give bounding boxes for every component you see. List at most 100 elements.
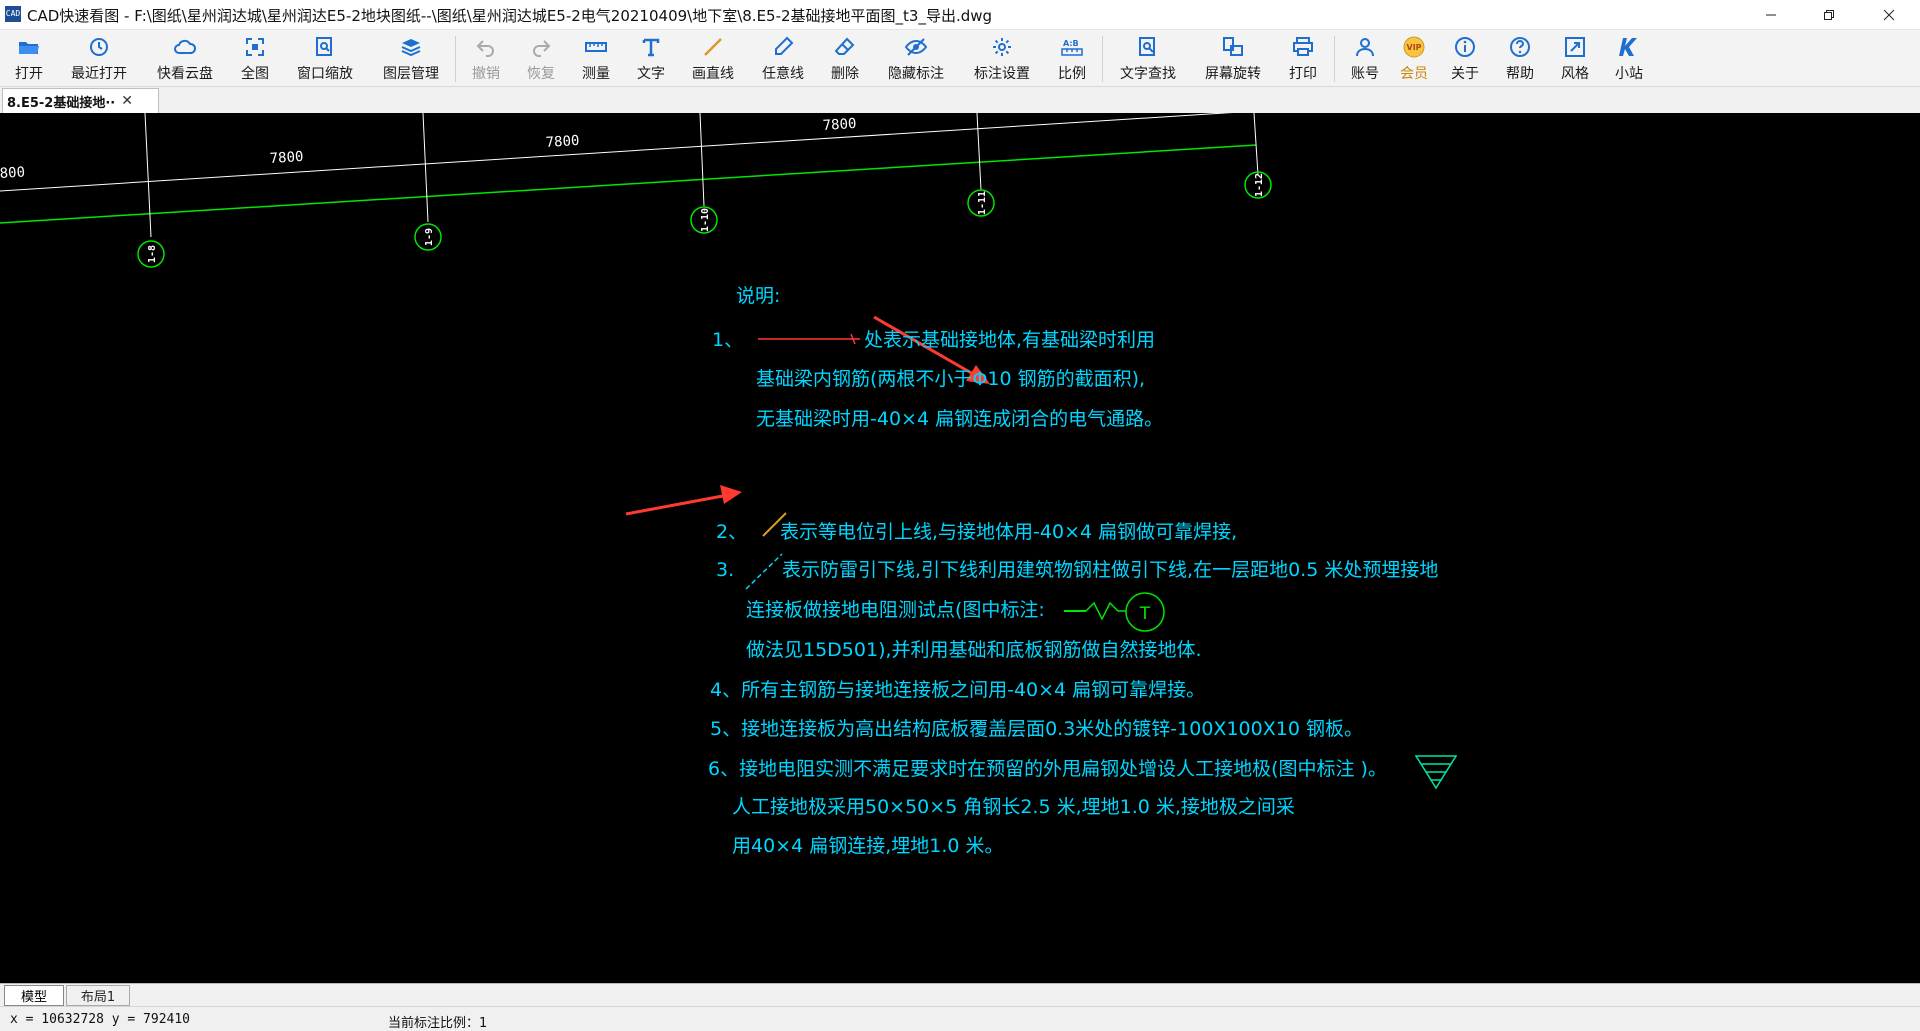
close-icon [1883, 9, 1895, 20]
note-1-line-1: 处表示基础接地体,有基础梁时利用 [864, 329, 1155, 351]
print-button[interactable]: 打印 [1286, 32, 1320, 84]
layout-tab-bar: 模型 布局1 [0, 983, 1920, 1006]
scale-icon: A:B [1061, 39, 1083, 56]
app-logo-icon: CAD [5, 6, 21, 22]
text-icon [642, 38, 660, 57]
account-label: 账号 [1351, 66, 1379, 82]
hide-annotation-button[interactable]: 隐藏标注 [883, 32, 949, 84]
note-number: 2、 [716, 521, 747, 543]
help-icon [1510, 37, 1530, 57]
axis-line [976, 113, 982, 191]
note-4: 4、所有主钢筋与接地连接板之间用-40×4 扁钢可靠焊接。 [710, 679, 1205, 701]
text-search-icon [1139, 37, 1155, 56]
rotate-screen-button[interactable]: 屏幕旋转 [1200, 32, 1266, 84]
measure-label: 测量 [582, 66, 610, 82]
rotate-screen-label: 屏幕旋转 [1205, 66, 1261, 82]
help-label: 帮助 [1506, 66, 1534, 82]
dimension-text: 7800 [269, 149, 304, 167]
toolbar-divider [455, 36, 456, 82]
vip-button[interactable]: VIP 会员 [1397, 32, 1431, 84]
note-3-line-2: 连接板做接地电阻测试点(图中标注: [746, 599, 1045, 621]
zoom-window-button[interactable]: 窗口缩放 [292, 32, 358, 84]
freehand-button[interactable]: 任意线 [758, 32, 808, 84]
note-number: 3. [716, 559, 734, 581]
axis-bubble-1-11: 1-11 [967, 189, 995, 217]
axis-label: 1-9 [424, 228, 435, 246]
note-1-line-3: 无基础梁时用-40×4 扁钢连成闭合的电气通路。 [756, 408, 1163, 430]
axis-label: 1-11 [977, 191, 988, 215]
scale-button[interactable]: A:B 比例 [1055, 32, 1089, 84]
red-arrow [625, 485, 742, 516]
zoom-window-label: 窗口缩放 [297, 66, 353, 82]
ruler-icon [585, 42, 607, 52]
undo-label: 撤销 [472, 66, 500, 82]
hide-annotation-label: 隐藏标注 [888, 66, 944, 82]
about-label: 关于 [1451, 66, 1479, 82]
axis-label: 1-10 [700, 208, 711, 232]
title-bar: CAD CAD快速看图 - F:\图纸\星州润达城\星州润达E5-2地块图纸--… [0, 0, 1920, 30]
eye-icon [904, 38, 928, 56]
drawing-svg: 800 7800 7800 7800 7800 1-8 1-9 1-10 1-1… [0, 113, 1458, 857]
note-1-line-2: 基础梁内钢筋(两根不小于Φ10 钢筋的截面积), [756, 368, 1145, 390]
account-button[interactable]: 账号 [1348, 32, 1382, 84]
text-search-button[interactable]: 文字查找 [1115, 32, 1181, 84]
axis-line [144, 113, 152, 238]
style-button[interactable]: 风格 [1558, 32, 1592, 84]
drawing-canvas[interactable]: 800 7800 7800 7800 7800 1-8 1-9 1-10 1-1… [0, 113, 1920, 983]
note-3-line-3: 做法见15D501),并利用基础和底板钢筋做自然接地体. [746, 639, 1202, 661]
about-button[interactable]: 关于 [1448, 32, 1482, 84]
axis-bubble-1-9: 1-9 [414, 223, 442, 251]
mini-site-label: 小站 [1615, 66, 1643, 82]
close-window-button[interactable] [1866, 0, 1912, 29]
axis-line [1253, 113, 1259, 176]
gear-icon [993, 38, 1011, 56]
toolbar-divider [1334, 36, 1335, 82]
test-point-label: T [1139, 604, 1151, 624]
layers-button[interactable]: 图层管理 [378, 32, 444, 84]
axis-line [699, 113, 705, 207]
open-button[interactable]: 打开 [12, 32, 46, 84]
recent-button[interactable]: 最近打开 [66, 32, 132, 84]
delete-button[interactable]: 删除 [828, 32, 862, 84]
close-tab-icon[interactable]: ✕ [121, 93, 133, 109]
redo-button[interactable]: 恢复 [524, 32, 558, 84]
help-button[interactable]: 帮助 [1503, 32, 1537, 84]
earth-electrode-symbol [1414, 755, 1458, 790]
minimize-button[interactable] [1748, 0, 1794, 29]
window-title: CAD快速看图 - F:\图纸\星州润达城\星州润达E5-2地块图纸--\图纸\… [27, 7, 993, 25]
k-logo-icon [1619, 38, 1637, 56]
rotate-screen-icon [1223, 37, 1243, 56]
tab-layout-1[interactable]: 布局1 [66, 985, 130, 1006]
mini-site-button[interactable]: 小站 [1612, 32, 1646, 84]
tab-model[interactable]: 模型 [4, 985, 64, 1006]
note-6-line-2: 人工接地极采用50×50×5 角钢长2.5 米,埋地1.0 米,接地极之间采 [732, 796, 1295, 818]
note-2-text: 表示等电位引上线,与接地体用-40×4 扁钢做可靠焊接, [780, 521, 1237, 543]
axis-label: 1-8 [147, 245, 158, 263]
redo-icon [533, 40, 551, 57]
style-icon [1565, 37, 1585, 57]
clock-icon [90, 38, 108, 56]
notes-heading: 说明: [736, 285, 780, 307]
document-tab[interactable]: 8.E5-2基础接地·· ✕ [2, 88, 159, 113]
note-6-line-1: 6、接地电阻实测不满足要求时在预留的外甩扁钢处增设人工接地极(图中标注 )。 [708, 758, 1387, 780]
fit-all-button[interactable]: 全图 [238, 32, 272, 84]
cloud-icon [174, 39, 197, 54]
annotation-settings-button[interactable]: 标注设置 [969, 32, 1035, 84]
restore-icon [1824, 9, 1834, 20]
text-button[interactable]: 文字 [634, 32, 668, 84]
recent-label: 最近打开 [71, 66, 127, 82]
draw-line-label: 画直线 [692, 66, 734, 82]
restore-button[interactable] [1806, 0, 1852, 29]
cursor-coordinates: x = 10632728 y = 792410 [10, 1012, 191, 1027]
zoom-window-icon [316, 37, 332, 56]
undo-button[interactable]: 撤销 [469, 32, 503, 84]
measure-button[interactable]: 测量 [579, 32, 613, 84]
cloud-drive-button[interactable]: 快看云盘 [152, 32, 218, 84]
freehand-label: 任意线 [762, 66, 804, 82]
open-label: 打开 [15, 66, 43, 82]
status-bar: x = 10632728 y = 792410 当前标注比例：1 [0, 1006, 1920, 1031]
main-toolbar: 打开 最近打开 快看云盘 全图 窗口缩放 图层管理 撤销 恢复 测量 文字 画直… [0, 30, 1920, 87]
fit-all-label: 全图 [241, 66, 269, 82]
minimize-icon [1766, 14, 1776, 15]
draw-line-button[interactable]: 画直线 [688, 32, 738, 84]
